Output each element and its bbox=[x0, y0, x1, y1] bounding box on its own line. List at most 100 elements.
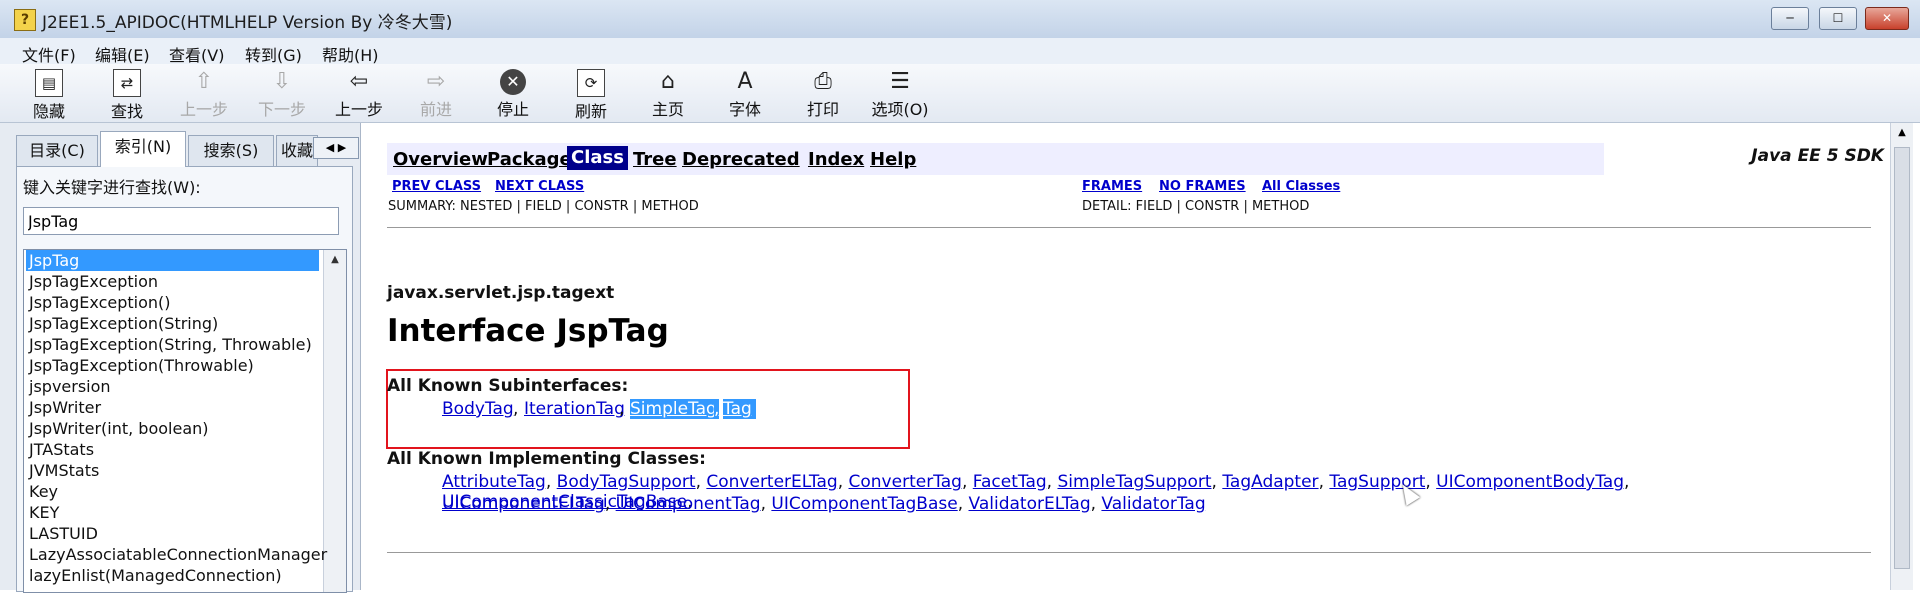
divider bbox=[387, 227, 1871, 228]
back-button[interactable]: ⇦ 上一步 bbox=[327, 67, 391, 121]
sdk-title: Java EE 5 SDK bbox=[1751, 146, 1884, 166]
index-list-item[interactable]: jspversion bbox=[26, 376, 111, 397]
print-button[interactable]: ⎙ 打印 bbox=[791, 67, 855, 121]
menu-file[interactable]: 文件(F) bbox=[22, 42, 76, 66]
toolbar-label: 打印 bbox=[806, 100, 839, 119]
separator: , bbox=[1090, 494, 1102, 514]
class-link[interactable]: BodyTag bbox=[442, 399, 514, 419]
class-link[interactable]: BodyTagSupport bbox=[557, 472, 696, 492]
tab-favorites[interactable]: 收藏 bbox=[276, 135, 318, 166]
locate-button[interactable]: ⇄ 查找 bbox=[95, 67, 159, 121]
index-list-item[interactable]: JspTagException(Throwable) bbox=[26, 355, 254, 376]
class-link[interactable]: SimpleTag bbox=[630, 399, 717, 419]
all-classes-link[interactable]: All Classes bbox=[1262, 179, 1340, 194]
detail-line: DETAIL: FIELD | CONSTR | METHOD bbox=[1082, 199, 1310, 214]
stop-button[interactable]: ✕ 停止 bbox=[481, 67, 545, 121]
index-list-item[interactable]: JspWriter(int, boolean) bbox=[26, 418, 209, 439]
forward-button[interactable]: ⇨ 前进 bbox=[404, 67, 468, 121]
nav-tree-link[interactable]: Tree bbox=[633, 149, 677, 170]
index-list[interactable]: ▲ JspTag JspTagException JspTagException()… bbox=[23, 249, 347, 593]
class-link[interactable]: AttributeTag bbox=[442, 472, 546, 492]
nav-help-link[interactable]: Help bbox=[870, 149, 916, 170]
nav-class-current: Class bbox=[567, 146, 628, 170]
index-list-item[interactable]: JspTagException(String, Throwable) bbox=[26, 334, 312, 355]
index-list-item[interactable]: JVMStats bbox=[26, 460, 99, 481]
keyword-input[interactable] bbox=[23, 207, 339, 235]
next-class-link[interactable]: NEXT CLASS bbox=[495, 179, 584, 194]
frames-link[interactable]: FRAMES bbox=[1082, 179, 1142, 194]
nav-deprecated-link[interactable]: Deprecated bbox=[682, 149, 800, 170]
previous-topic-button[interactable]: ⇧ 上一步 bbox=[172, 67, 236, 121]
scrollbar-thumb[interactable] bbox=[1894, 147, 1910, 569]
index-list-item[interactable]: JspTagException(String) bbox=[26, 313, 218, 334]
menu-goto[interactable]: 转到(G) bbox=[245, 42, 302, 66]
toolbar-label: 上一步 bbox=[334, 100, 383, 119]
class-link[interactable]: ValidatorELTag bbox=[969, 494, 1091, 514]
refresh-button[interactable]: ⟳ 刷新 bbox=[559, 67, 623, 121]
class-link[interactable]: IterationTag bbox=[524, 399, 625, 419]
toolbar-label: 查找 bbox=[110, 102, 143, 121]
title-bar: ? J2EE1.5_APIDOC(HTMLHELP Version By 冷冬大… bbox=[0, 0, 1920, 39]
tab-search[interactable]: 搜索(S) bbox=[188, 135, 274, 166]
class-link[interactable]: UIComponentTagBase bbox=[771, 494, 957, 514]
separator: , bbox=[760, 494, 772, 514]
prev-class-link[interactable]: PREV CLASS bbox=[392, 179, 481, 194]
index-list-scrollbar[interactable]: ▲ bbox=[323, 250, 346, 592]
menu-help[interactable]: 帮助(H) bbox=[322, 42, 379, 66]
window-title: J2EE1.5_APIDOC(HTMLHELP Version By 冷冬大雪) bbox=[42, 13, 453, 33]
menu-view[interactable]: 查看(V) bbox=[169, 42, 224, 66]
next-topic-button[interactable]: ⇩ 下一步 bbox=[250, 67, 314, 121]
maximize-button[interactable]: ☐ bbox=[1819, 7, 1857, 30]
content-scrollbar[interactable]: ▲ bbox=[1890, 123, 1913, 590]
class-link[interactable]: ConverterTag bbox=[849, 472, 962, 492]
index-list-item[interactable]: JspTagException() bbox=[26, 292, 171, 313]
index-list-item[interactable]: KEY bbox=[26, 502, 59, 523]
class-link[interactable]: FacetTag bbox=[973, 472, 1047, 492]
toolbar-label: 字体 bbox=[728, 100, 761, 119]
class-link[interactable]: SimpleTagSupport bbox=[1057, 472, 1211, 492]
index-list-item[interactable]: LazyAssociatableConnectionManager bbox=[26, 544, 327, 565]
font-button[interactable]: A 字体 bbox=[713, 67, 777, 121]
index-list-item[interactable]: JspWriter bbox=[26, 397, 101, 418]
index-list-item[interactable]: lazyEnlist(ManagedConnection) bbox=[26, 565, 282, 586]
options-button[interactable]: ☰ 选项(O) bbox=[868, 67, 932, 121]
index-list-item[interactable]: Key bbox=[26, 481, 58, 502]
tab-index[interactable]: 索引(N) bbox=[100, 131, 186, 167]
class-link[interactable]: Tag bbox=[723, 399, 756, 419]
separator: , bbox=[957, 494, 969, 514]
index-list-item[interactable]: LASTUID bbox=[26, 523, 98, 544]
menu-bar: 文件(F) 编辑(E) 查看(V) 转到(G) 帮助(H) bbox=[0, 38, 1920, 66]
class-link[interactable]: UIComponentBodyTag bbox=[1436, 472, 1624, 492]
implementing-row-1: AttributeTag, BodyTagSupport, ConverterE… bbox=[442, 472, 1882, 512]
index-list-item[interactable]: JspTagException bbox=[26, 271, 158, 292]
nav-index-link[interactable]: Index bbox=[808, 149, 864, 170]
page-title: Interface JspTag bbox=[387, 313, 669, 349]
tab-contents[interactable]: 目录(C) bbox=[16, 135, 98, 166]
class-link[interactable]: UIComponentTag bbox=[616, 494, 761, 514]
scroll-up-icon[interactable]: ▲ bbox=[324, 250, 346, 270]
no-frames-link[interactable]: NO FRAMES bbox=[1159, 179, 1246, 194]
separator: , bbox=[1318, 472, 1330, 492]
index-list-item[interactable]: JTAStats bbox=[26, 439, 94, 460]
home-button[interactable]: ⌂ 主页 bbox=[636, 67, 700, 121]
separator: , bbox=[714, 399, 720, 419]
close-button[interactable]: ✕ bbox=[1865, 7, 1909, 30]
divider bbox=[387, 552, 1871, 553]
class-link[interactable]: TagAdapter bbox=[1222, 472, 1318, 492]
separator: , bbox=[513, 399, 519, 419]
class-link[interactable]: ConverterELTag bbox=[706, 472, 837, 492]
help-book-icon: ? bbox=[14, 9, 36, 31]
minimize-button[interactable]: ─ bbox=[1771, 7, 1809, 30]
separator: , bbox=[695, 472, 707, 492]
options-icon: ☰ bbox=[890, 69, 910, 94]
scroll-up-icon[interactable]: ▲ bbox=[1891, 123, 1913, 143]
nav-overview-link[interactable]: Overview bbox=[393, 149, 488, 170]
menu-edit[interactable]: 编辑(E) bbox=[95, 42, 150, 66]
separator: , bbox=[1624, 472, 1630, 492]
nav-package-link[interactable]: Package bbox=[487, 149, 572, 170]
class-link[interactable]: ValidatorTag bbox=[1101, 494, 1205, 514]
tab-scroll-arrows[interactable]: ◀ ▶ bbox=[313, 137, 359, 159]
class-link[interactable]: UIComponentELTag bbox=[442, 494, 605, 514]
hide-button[interactable]: ▤ 隐藏 bbox=[17, 67, 81, 121]
index-list-item[interactable]: JspTag bbox=[26, 250, 319, 271]
